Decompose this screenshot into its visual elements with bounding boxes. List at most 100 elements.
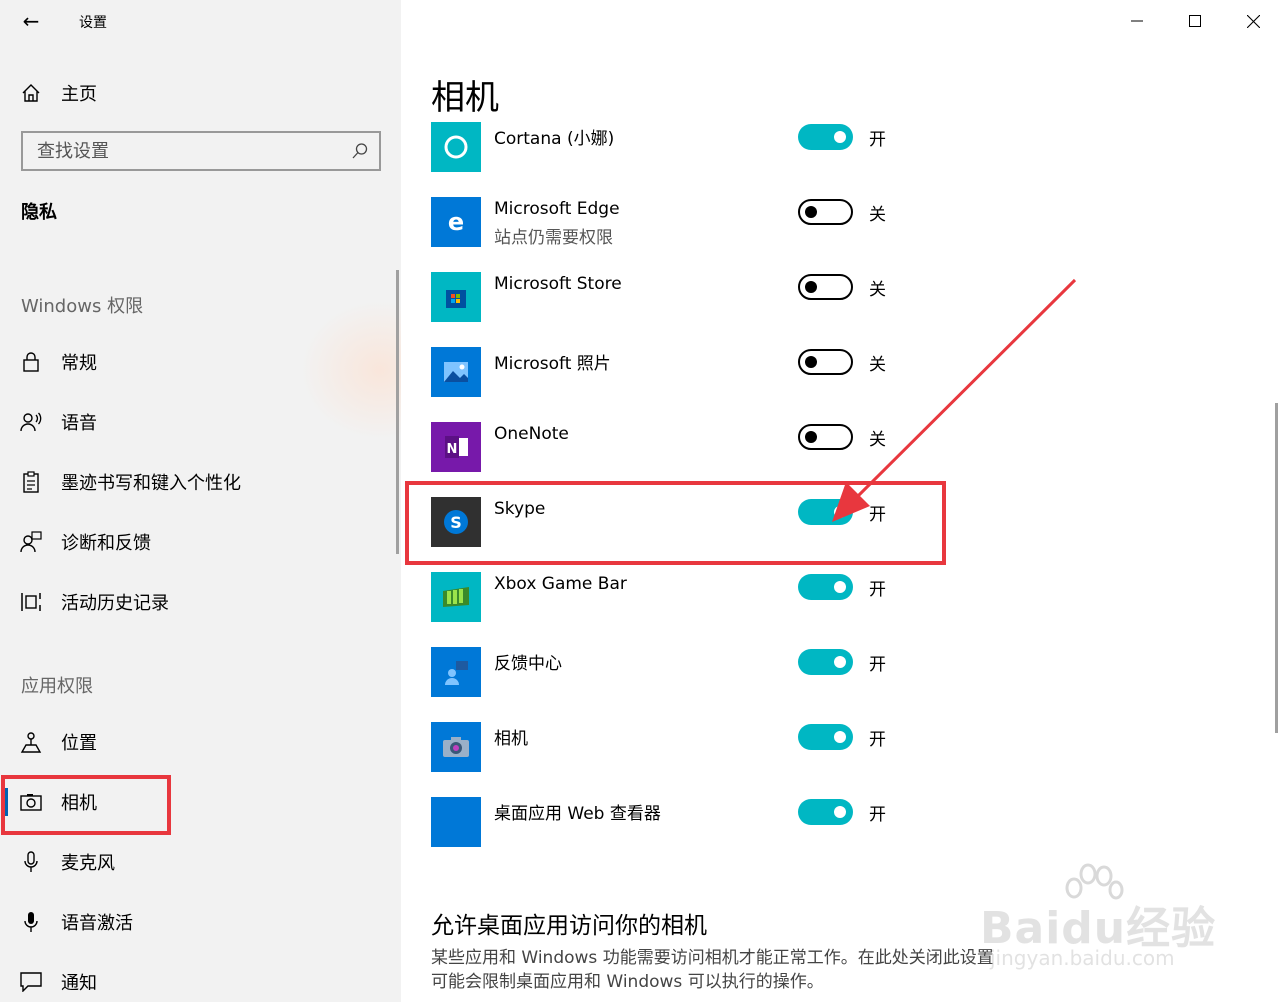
toggle-switch[interactable]	[798, 724, 853, 750]
notification-icon	[20, 971, 42, 993]
toggle-switch[interactable]	[798, 199, 853, 225]
toggle-knob	[834, 731, 846, 743]
sidebar-item-microphone[interactable]: 麦克风	[0, 840, 401, 884]
sidebar-item-label: 活动历史记录	[61, 593, 169, 614]
toggle-state-label: 关	[869, 430, 886, 450]
close-icon	[1246, 14, 1260, 28]
toggle-switch[interactable]	[798, 349, 853, 375]
store-icon	[431, 272, 481, 322]
section-title: 隐私	[21, 202, 57, 223]
watermark-url: jingyan.baidu.com	[990, 946, 1175, 970]
toggle-knob	[805, 431, 817, 443]
maximize-button[interactable]	[1166, 0, 1224, 42]
edge-icon: e	[431, 197, 481, 247]
sidebar-scrollbar[interactable]	[396, 270, 399, 554]
close-button[interactable]	[1224, 0, 1282, 42]
toggle-knob	[834, 581, 846, 593]
toggle-switch[interactable]	[798, 799, 853, 825]
toggle-state-label: 开	[869, 580, 886, 600]
sidebar-item-inking[interactable]: 墨迹书写和键入个性化	[0, 460, 401, 504]
group-header-windows: Windows 权限	[21, 296, 144, 317]
onenote-icon: N	[431, 422, 481, 472]
toggle-knob	[834, 131, 846, 143]
clipboard-icon	[20, 471, 42, 493]
search-input[interactable]	[23, 133, 333, 169]
sidebar-item-notifications[interactable]: 通知	[0, 960, 401, 1002]
app-row-cortana: Cortana (小娜) 开	[431, 122, 951, 172]
toggle-switch[interactable]	[798, 574, 853, 600]
sidebar-item-location[interactable]: 位置	[0, 720, 401, 764]
cortana-icon	[431, 122, 481, 172]
sidebar-item-label: 位置	[61, 733, 97, 754]
app-name: OneNote	[494, 424, 569, 444]
toggle-knob	[805, 206, 817, 218]
toggle-switch[interactable]	[798, 649, 853, 675]
sidebar-item-label: 墨迹书写和键入个性化	[61, 473, 241, 494]
minimize-icon	[1131, 20, 1143, 22]
back-arrow-icon: ←	[22, 9, 40, 33]
desktop-apps-description: 某些应用和 Windows 功能需要访问相机才能正常工作。在此处关闭此设置可能会…	[431, 948, 994, 992]
app-name: 相机	[494, 729, 528, 749]
svg-text:N: N	[447, 442, 458, 457]
app-name: Microsoft Edge	[494, 199, 620, 219]
sidebar-item-label: 麦克风	[61, 853, 115, 874]
app-name: Microsoft 照片	[494, 354, 611, 374]
group-header-apps: 应用权限	[21, 676, 93, 697]
app-sub: 站点仍需要权限	[494, 228, 613, 248]
toggle-knob	[805, 356, 817, 368]
toggle-state-label: 开	[869, 655, 886, 675]
voice-activation-icon	[20, 911, 42, 933]
toggle-knob	[834, 806, 846, 818]
camera-app-icon	[431, 722, 481, 772]
toggle-knob	[834, 656, 846, 668]
toggle-switch[interactable]	[798, 124, 853, 150]
photos-icon	[431, 347, 481, 397]
sidebar-item-label: 诊断和反馈	[61, 533, 151, 554]
title-bar: ← 设置	[0, 0, 401, 42]
sidebar-item-label: 语音	[61, 413, 97, 434]
app-name: Microsoft Store	[494, 274, 622, 294]
app-name: Cortana (小娜)	[494, 129, 615, 149]
sidebar: ← 设置 主页 隐私 Windows 权限 常规 语音 墨迹书写和键入个性化	[0, 0, 401, 1002]
app-row-onenote: N OneNote 关	[431, 422, 951, 472]
svg-text:e: e	[448, 208, 464, 236]
page-title: 相机	[431, 78, 499, 118]
toggle-switch[interactable]	[798, 274, 853, 300]
home-icon	[20, 82, 42, 104]
sidebar-item-home[interactable]: 主页	[0, 72, 401, 114]
baidu-watermark: Baidu经验 jingyan.baidu.com	[980, 862, 1220, 972]
search-box[interactable]	[21, 131, 381, 171]
back-button[interactable]: ←	[14, 6, 48, 36]
web-viewer-icon	[431, 797, 481, 847]
toggle-state-label: 关	[869, 355, 886, 375]
app-row-store: Microsoft Store 关	[431, 272, 951, 322]
feedback-hub-icon	[431, 647, 481, 697]
toggle-state-label: 开	[869, 130, 886, 150]
sidebar-item-diagnostics[interactable]: 诊断和反馈	[0, 520, 401, 564]
desktop-apps-heading: 允许桌面应用访问你的相机	[431, 913, 707, 939]
sidebar-item-speech[interactable]: 语音	[0, 400, 401, 444]
maximize-icon	[1189, 15, 1201, 27]
sidebar-item-activity[interactable]: 活动历史记录	[0, 580, 401, 624]
app-row-photos: Microsoft 照片 关	[431, 347, 951, 397]
minimize-button[interactable]	[1108, 0, 1166, 42]
toggle-state-label: 开	[869, 730, 886, 750]
xbox-game-bar-icon	[431, 572, 481, 622]
app-name: 反馈中心	[494, 654, 562, 674]
app-row-edge: e Microsoft Edge 站点仍需要权限 关	[431, 197, 951, 248]
toggle-switch[interactable]	[798, 424, 853, 450]
main-scrollbar[interactable]	[1275, 403, 1278, 733]
location-person-icon	[20, 731, 42, 753]
sidebar-item-label: 常规	[61, 353, 97, 374]
highlight-box-skype	[405, 481, 946, 565]
sidebar-item-voice-activation[interactable]: 语音激活	[0, 900, 401, 944]
app-row-camera: 相机 开	[431, 722, 951, 772]
toggle-knob	[805, 281, 817, 293]
search-icon[interactable]	[351, 142, 369, 160]
sidebar-item-label: 语音激活	[61, 913, 133, 934]
app-name: 桌面应用 Web 查看器	[494, 804, 661, 824]
sidebar-item-general[interactable]: 常规	[0, 340, 401, 384]
feedback-person-icon	[20, 531, 42, 553]
app-row-feedback-hub: 反馈中心 开	[431, 647, 951, 697]
speech-icon	[20, 411, 42, 433]
